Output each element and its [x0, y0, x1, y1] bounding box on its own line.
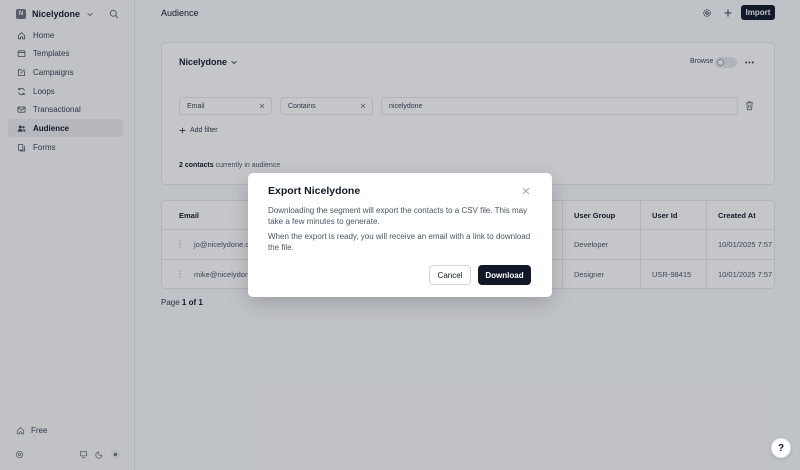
export-dialog: Export Nicelydone Downloading the segmen…	[248, 173, 552, 297]
cancel-button[interactable]: Cancel	[429, 265, 471, 285]
download-button[interactable]: Download	[478, 265, 531, 285]
help-button[interactable]: ?	[771, 438, 791, 458]
dialog-title: Export Nicelydone	[268, 185, 361, 197]
close-icon[interactable]	[521, 186, 531, 196]
dialog-note: When the export is ready, you will recei…	[268, 232, 531, 252]
dialog-description: Downloading the segment will export the …	[268, 206, 528, 226]
